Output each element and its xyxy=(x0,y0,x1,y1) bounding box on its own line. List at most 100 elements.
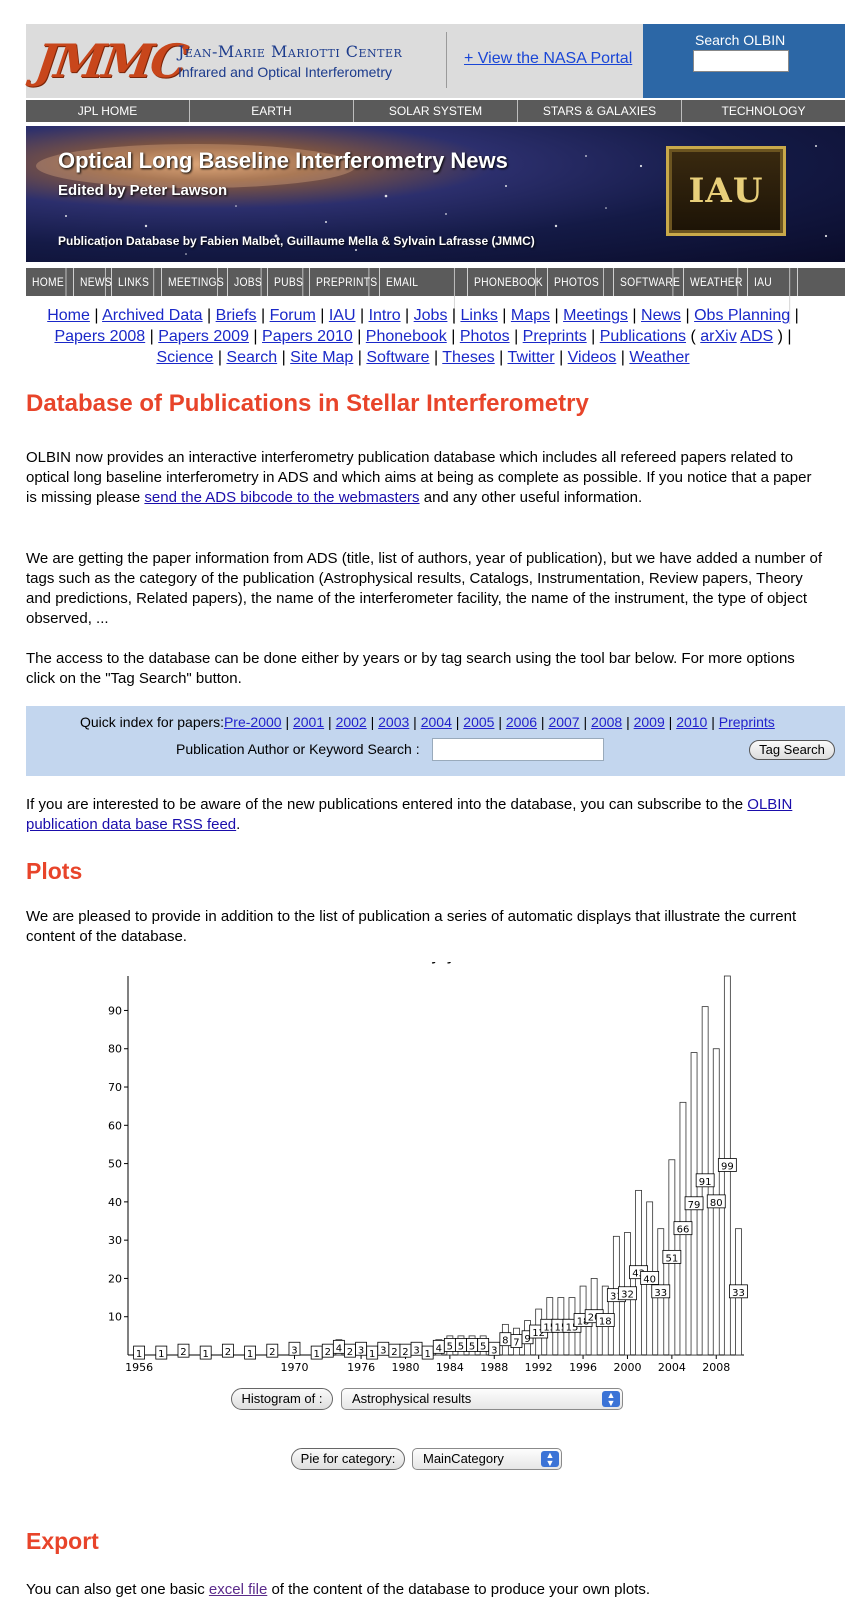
quick-index-2009[interactable]: 2009 xyxy=(634,714,665,730)
section-nav-weather[interactable]: WEATHER xyxy=(684,268,748,296)
x-tick-label: 1956 xyxy=(125,1361,153,1374)
quick-link-papers-2009[interactable]: Papers 2009 xyxy=(158,328,249,345)
top-nav-solar-system[interactable]: SOLAR SYSTEM xyxy=(354,100,518,122)
iau-badge[interactable]: IAU xyxy=(666,146,786,236)
section-nav-jobs[interactable]: JOBS xyxy=(228,268,268,296)
jmmc-logo[interactable]: JMMC xyxy=(32,34,188,88)
quick-link-links[interactable]: Links xyxy=(460,307,497,324)
quick-index-2003[interactable]: 2003 xyxy=(378,714,409,730)
rss-paragraph: If you are interested to be aware of the… xyxy=(26,796,793,833)
quick-link-papers-2010[interactable]: Papers 2010 xyxy=(262,328,353,345)
x-tick-label: 1992 xyxy=(525,1361,553,1374)
quick-link-iau[interactable]: IAU xyxy=(329,307,356,324)
pie-category-select[interactable]: MainCategory ▲ ▼ xyxy=(412,1448,562,1470)
histogram-category-select[interactable]: Astrophysical results ▲ ▼ xyxy=(341,1388,623,1410)
search-toolbar: Quick index for papers:Pre-2000 | 2001 |… xyxy=(26,706,845,776)
top-nav-jpl-home[interactable]: JPL HOME xyxy=(26,100,190,122)
quick-index-2008[interactable]: 2008 xyxy=(591,714,622,730)
quick-link-software[interactable]: Software xyxy=(366,349,429,366)
quick-links-line: Papers 2008 | Papers 2009 | Papers 2010 … xyxy=(54,328,792,345)
quick-index-preprints[interactable]: Preprints xyxy=(719,714,775,730)
quick-link-meetings[interactable]: Meetings xyxy=(563,307,628,324)
tag-search-button[interactable]: Tag Search xyxy=(749,740,835,760)
data-label: 1 xyxy=(158,1349,164,1360)
top-nav-earth[interactable]: EARTH xyxy=(190,100,354,122)
y-tick-label: 80 xyxy=(108,1043,122,1056)
quick-link-ads[interactable]: ADS xyxy=(740,328,773,345)
section-nav-photos[interactable]: PHOTOS xyxy=(548,268,614,296)
quick-link-papers-2008[interactable]: Papers 2008 xyxy=(54,328,145,345)
section-nav-meetings[interactable]: MEETINGS xyxy=(162,268,228,296)
y-tick-label: 30 xyxy=(108,1234,122,1247)
quick-index-2005[interactable]: 2005 xyxy=(463,714,494,730)
quick-link-forum[interactable]: Forum xyxy=(270,307,316,324)
section-nav-news[interactable]: NEWS xyxy=(74,268,112,296)
quick-link-home[interactable]: Home xyxy=(47,307,90,324)
quick-link-intro[interactable]: Intro xyxy=(369,307,401,324)
quick-link-arxiv[interactable]: arXiv xyxy=(700,328,736,345)
section-nav-preprints[interactable]: PREPRINTS xyxy=(310,268,380,296)
quick-link-videos[interactable]: Videos xyxy=(568,349,617,366)
quick-index-2001[interactable]: 2001 xyxy=(293,714,324,730)
section-nav-software[interactable]: SOFTWARE xyxy=(614,268,684,296)
data-label: 1 xyxy=(369,1349,375,1360)
excel-file-link[interactable]: excel file xyxy=(209,1581,267,1598)
quick-link-twitter[interactable]: Twitter xyxy=(508,349,555,366)
top-nav-technology[interactable]: TECHNOLOGY xyxy=(682,100,845,122)
quick-index-2010[interactable]: 2010 xyxy=(676,714,707,730)
data-label: 2 xyxy=(391,1347,397,1358)
quick-index-2007[interactable]: 2007 xyxy=(548,714,579,730)
quick-link-obs-planning[interactable]: Obs Planning xyxy=(694,307,790,324)
quick-index-2002[interactable]: 2002 xyxy=(336,714,367,730)
section-nav-label: JOBS xyxy=(228,268,262,296)
section-nav-label: PHONEBOOK xyxy=(468,268,543,296)
data-label: 32 xyxy=(621,1290,634,1301)
y-tick-label: 50 xyxy=(108,1158,122,1171)
quick-link-news[interactable]: News xyxy=(641,307,681,324)
webmaster-bibcode-link[interactable]: send the ADS bibcode to the webmasters xyxy=(144,489,419,506)
pie-button[interactable]: Pie for category: xyxy=(291,1448,405,1470)
quick-link-photos[interactable]: Photos xyxy=(460,328,510,345)
quick-link-science[interactable]: Science xyxy=(156,349,213,366)
quick-index-pre-2000[interactable]: Pre-2000 xyxy=(224,714,282,730)
section-nav-label: LINKS xyxy=(112,268,155,296)
data-label: 1 xyxy=(424,1349,430,1360)
top-nav-stars-galaxies[interactable]: STARS & GALAXIES xyxy=(518,100,682,122)
quick-links-line: Home | Archived Data | Briefs | Forum | … xyxy=(47,307,799,324)
section-nav-email-forum[interactable]: EMAIL FORUM xyxy=(380,268,468,324)
keyword-search-input[interactable] xyxy=(432,738,604,761)
data-label: 3 xyxy=(413,1345,419,1356)
quick-link-archived-data[interactable]: Archived Data xyxy=(102,307,203,324)
quick-index-label: Quick index for papers: xyxy=(80,714,224,730)
y-tick-label: 90 xyxy=(108,1004,122,1017)
section-nav-phonebook[interactable]: PHONEBOOK xyxy=(468,268,548,296)
quick-link-site-map[interactable]: Site Map xyxy=(290,349,353,366)
quick-link-theses[interactable]: Theses xyxy=(442,349,494,366)
quick-index: Quick index for papers:Pre-2000 | 2001 |… xyxy=(80,714,775,730)
intro-paragraph: OLBIN now provides an interactive interf… xyxy=(26,449,812,506)
quick-link-maps[interactable]: Maps xyxy=(511,307,550,324)
iau-badge-text: IAU xyxy=(688,171,764,211)
data-label: 80 xyxy=(710,1198,723,1209)
histogram-button[interactable]: Histogram of : xyxy=(231,1388,333,1410)
data-label: 5 xyxy=(458,1341,464,1352)
quick-index-2006[interactable]: 2006 xyxy=(506,714,537,730)
section-nav-pubs[interactable]: PUBS xyxy=(268,268,310,296)
histogram-select-value: Astrophysical results xyxy=(352,1391,472,1406)
section-nav-label: PHOTOS xyxy=(548,268,604,296)
quick-link-weather[interactable]: Weather xyxy=(629,349,689,366)
quick-index-2004[interactable]: 2004 xyxy=(421,714,452,730)
search-input[interactable] xyxy=(693,50,789,72)
section-nav-links[interactable]: LINKS xyxy=(112,268,162,296)
quick-link-phonebook[interactable]: Phonebook xyxy=(366,328,447,345)
quick-link-publications[interactable]: Publications xyxy=(600,328,686,345)
section-nav-home[interactable]: HOME xyxy=(26,268,74,296)
x-tick-label: 2000 xyxy=(613,1361,641,1374)
nasa-portal-link[interactable]: + View the NASA Portal xyxy=(464,50,632,68)
quick-link-briefs[interactable]: Briefs xyxy=(216,307,257,324)
quick-link-jobs[interactable]: Jobs xyxy=(414,307,448,324)
quick-link-search[interactable]: Search xyxy=(226,349,277,366)
section-nav-iau-wg[interactable]: IAU WG xyxy=(748,268,798,324)
quick-link-preprints[interactable]: Preprints xyxy=(523,328,587,345)
data-label: 40 xyxy=(643,1274,656,1285)
